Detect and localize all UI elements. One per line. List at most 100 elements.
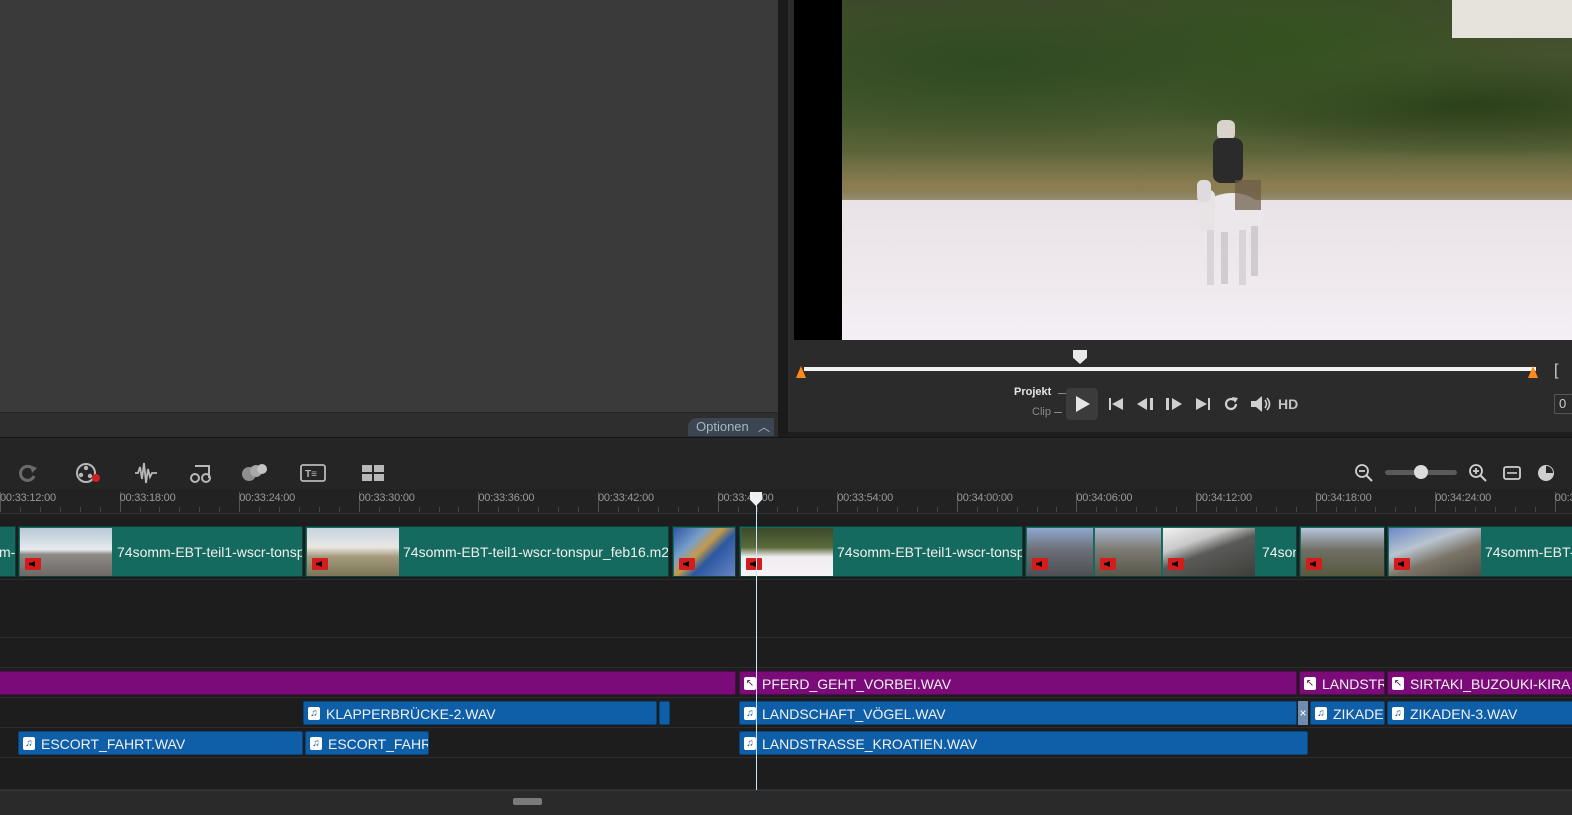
sound-effect-icon: ↖ [1392,677,1404,690]
preview-frame [842,0,1572,340]
library-panel [0,0,778,437]
ruler-tick-label: 00:34:06:00 [1076,492,1133,504]
options-label: Optionen [696,419,749,434]
ruler-minor-tick [976,507,978,512]
audio-clip[interactable]: ♫ LANDSTRASSE_KROATIEN.WAV [739,731,1308,755]
hd-toggle[interactable]: HD [1278,396,1298,412]
zoom-slider-knob[interactable] [1414,465,1428,479]
zoom-in-button[interactable] [1464,460,1492,486]
ruler-minor-tick [1455,507,1457,512]
scrubber-handle[interactable] [1073,350,1087,364]
mute-icon [1168,558,1184,570]
audio-clip[interactable]: ↖ PFERD_GEHT_VORBEI.WAV [739,671,1297,695]
ruler-minor-tick [1215,507,1217,512]
playhead-line[interactable] [756,492,757,790]
ruler-minor-tick [1534,507,1536,512]
mute-icon [1100,558,1116,570]
preview-video[interactable] [794,0,1572,340]
play-button[interactable] [1066,388,1098,420]
audio-clip[interactable]: ♫ KLAPPERBRÜCKE-2.WAV [303,701,657,725]
montage-button[interactable] [359,460,387,486]
zoom-out-button[interactable] [1350,460,1378,486]
vertical-splitter[interactable] [778,0,788,437]
ruler-minor-tick [1335,507,1337,512]
fit-width-icon [1503,466,1521,480]
ruler-minor-tick [1355,507,1357,512]
ruler-minor-tick [318,507,320,512]
music-note-icon: ♫ [744,737,756,750]
ruler-minor-tick [378,507,380,512]
options-button[interactable]: Optionen ︿ [688,418,774,436]
record-button[interactable] [74,460,102,486]
step-back-button[interactable] [1132,390,1158,418]
loop-button[interactable] [1219,390,1243,418]
ruler-minor-tick [797,507,799,512]
mark-out-handle[interactable] [1528,366,1538,378]
mark-in-handle[interactable] [796,366,806,378]
audio-clip[interactable] [659,701,670,725]
ruler-minor-tick [19,507,21,512]
ruler-minor-tick [936,507,938,512]
scorefitter-button[interactable] [188,460,216,486]
step-forward-icon [1166,398,1182,410]
music-note-icon: ♫ [1392,707,1404,720]
redo-button[interactable] [14,460,42,486]
ruler-minor-tick [1136,507,1138,512]
ruler-minor-tick [338,507,340,512]
go-to-end-button[interactable] [1191,390,1215,418]
audio-clip[interactable] [0,671,736,695]
video-clip[interactable] [1299,526,1385,577]
ruler-minor-tick [159,507,161,512]
audio-clip[interactable]: ↖ LANDSTR [1299,671,1385,695]
fit-to-window-button[interactable] [1498,460,1526,486]
ruler-minor-tick [1514,507,1516,512]
audio-clip[interactable]: ♫ ESCORT_FAHR [305,731,429,755]
mode-project[interactable]: Projekt [1014,386,1051,398]
clip-label: 74somm-EBT-teil1-wscr-tonspur_feb16.m2t [403,544,669,560]
empty-track-3 [0,758,1572,790]
audio-clip[interactable]: ↖ SIRTAKI_BUZOUKI-KIRA G [1387,671,1572,695]
duration-button[interactable] [1532,460,1560,486]
zoom-out-icon [1355,464,1373,482]
ruler-minor-tick [179,507,181,512]
audio-clip[interactable]: ♫ ZIKADEN [1310,701,1385,725]
crossfade-marker[interactable]: × [1298,701,1308,725]
video-clip[interactable] [672,526,736,577]
clip-label: LANDSTRASSE_KROATIEN.WAV [762,736,978,752]
transitions-button[interactable] [240,460,268,486]
ruler-minor-tick [578,507,580,512]
audio-clip[interactable]: ♫ ZIKADEN-3.WAV [1387,701,1572,725]
scrubber-bar[interactable] [804,367,1536,371]
clip-label: 74somm-EBT-teil1-wscr-tonspu [117,544,303,560]
timeline-scrollbar[interactable] [0,790,1572,815]
mode-clip[interactable]: Clip [1032,406,1051,418]
chevron-up-icon: ︿ [757,420,770,434]
video-clip[interactable]: 74son [1025,526,1297,577]
mute-icon [1394,558,1410,570]
ruler-minor-tick [1156,507,1158,512]
horizontal-splitter[interactable] [0,437,1572,457]
go-to-start-button[interactable] [1104,390,1128,418]
music-note-icon [190,465,211,483]
ruler-minor-tick [777,507,779,512]
audio-waveform-button[interactable] [132,460,160,486]
ruler-minor-tick [677,507,679,512]
ruler-minor-tick [518,507,520,512]
video-clip[interactable]: 74somm-EBT- [1387,526,1572,577]
audio-clip[interactable]: ♫ ESCORT_FAHRT.WAV [18,731,303,755]
ruler-minor-tick [1275,507,1277,512]
volume-button[interactable] [1248,390,1274,418]
video-clip[interactable]: 74somm-EBT-teil1-wscr-tonspu [739,526,1023,577]
ruler-minor-tick [139,507,141,512]
scrollbar-thumb[interactable] [513,798,542,805]
speaker-icon [1251,396,1271,412]
audio-clip[interactable]: ♫ LANDSCHAFT_VÖGEL.WAV [739,701,1297,725]
title-button[interactable]: T≡ [299,460,327,486]
step-forward-button[interactable] [1161,390,1187,418]
video-clip[interactable]: 74somm-EBT-teil1-wscr-tonspu [18,526,303,577]
timecode-field[interactable]: 0 [1554,394,1572,414]
video-clip[interactable]: m-E [0,526,16,577]
clip-label: 74son [1262,544,1297,560]
overlap-circles-icon [242,464,267,481]
video-clip[interactable]: 74somm-EBT-teil1-wscr-tonspur_feb16.m2t [305,526,669,577]
